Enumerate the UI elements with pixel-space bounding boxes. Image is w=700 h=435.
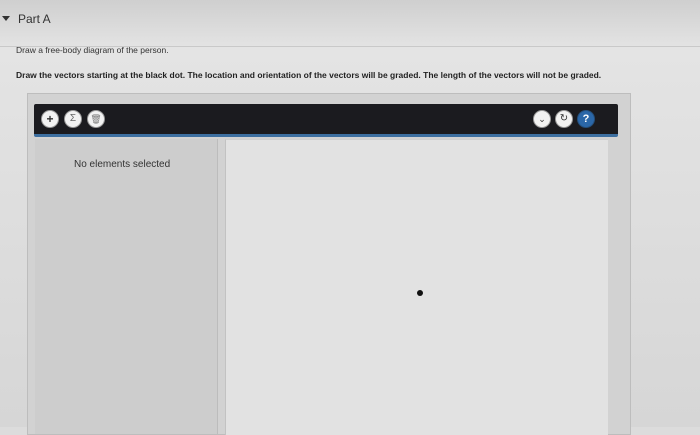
more-options-button[interactable]: ⌄ xyxy=(533,110,551,128)
instruction-text: Draw a free-body diagram of the person. xyxy=(16,45,169,55)
fbd-toolbar: + Σ 🗑 ⌄ ↻ ? xyxy=(34,104,618,137)
part-header[interactable]: Part A xyxy=(0,0,700,47)
add-vector-button[interactable]: + xyxy=(41,110,59,128)
selection-status: No elements selected xyxy=(74,159,171,170)
sigma-button[interactable]: Σ xyxy=(64,110,82,128)
reset-button[interactable]: ↻ xyxy=(555,110,573,128)
help-button[interactable]: ? xyxy=(577,110,595,128)
origin-dot[interactable] xyxy=(417,290,423,296)
instruction-bold-text: Draw the vectors starting at the black d… xyxy=(16,70,602,80)
properties-panel: No elements selected xyxy=(35,139,218,434)
part-title[interactable]: Part A xyxy=(18,12,51,26)
caret-down-icon[interactable] xyxy=(2,16,10,21)
fbd-widget: + Σ 🗑 ⌄ ↻ ? No elements selected xyxy=(27,93,631,435)
delete-button[interactable]: 🗑 xyxy=(87,110,105,128)
drawing-canvas[interactable] xyxy=(225,139,608,435)
